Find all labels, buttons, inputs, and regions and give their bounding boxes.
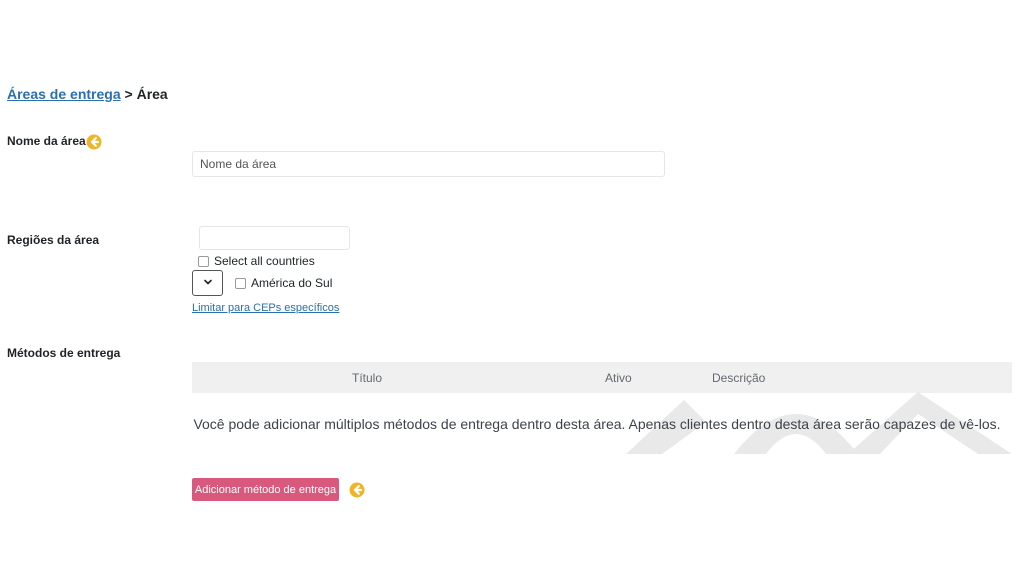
select-all-countries-checkbox[interactable]: [198, 255, 209, 267]
add-shipping-method-button[interactable]: Adicionar método de entrega: [192, 478, 339, 501]
arrow-left-circle-icon[interactable]: [86, 134, 102, 150]
column-title: Título: [352, 371, 383, 385]
shipping-methods-label: Métodos de entrega: [7, 346, 121, 360]
breadcrumb-current: Área: [136, 86, 168, 102]
region-item-label: América do Sul: [251, 276, 333, 290]
breadcrumb: Áreas de entrega > Área: [7, 86, 168, 102]
methods-empty-message: Você pode adicionar múltiplos métodos de…: [193, 416, 1001, 432]
region-item-south-america[interactable]: América do Sul: [235, 276, 332, 290]
region-search-input[interactable]: [199, 226, 350, 250]
breadcrumb-separator: >: [124, 86, 133, 102]
select-all-countries-row[interactable]: Select all countries: [198, 254, 315, 268]
chevron-down-icon: [203, 274, 213, 292]
area-name-label: Nome da área: [7, 134, 86, 148]
methods-table-header: Título Ativo Descrição: [192, 362, 1012, 393]
area-name-input[interactable]: [192, 151, 665, 177]
area-regions-label: Regiões da área: [7, 233, 100, 247]
breadcrumb-link-delivery-areas[interactable]: Áreas de entrega: [7, 86, 121, 102]
select-all-countries-label: Select all countries: [214, 254, 315, 268]
region-expand-button[interactable]: [192, 270, 223, 296]
column-active: Ativo: [605, 371, 632, 385]
arrow-left-circle-icon[interactable]: [349, 482, 365, 498]
limit-zip-codes-link[interactable]: Limitar para CEPs específicos: [192, 302, 339, 314]
region-checkbox[interactable]: [235, 277, 246, 289]
column-description: Descrição: [712, 371, 766, 385]
